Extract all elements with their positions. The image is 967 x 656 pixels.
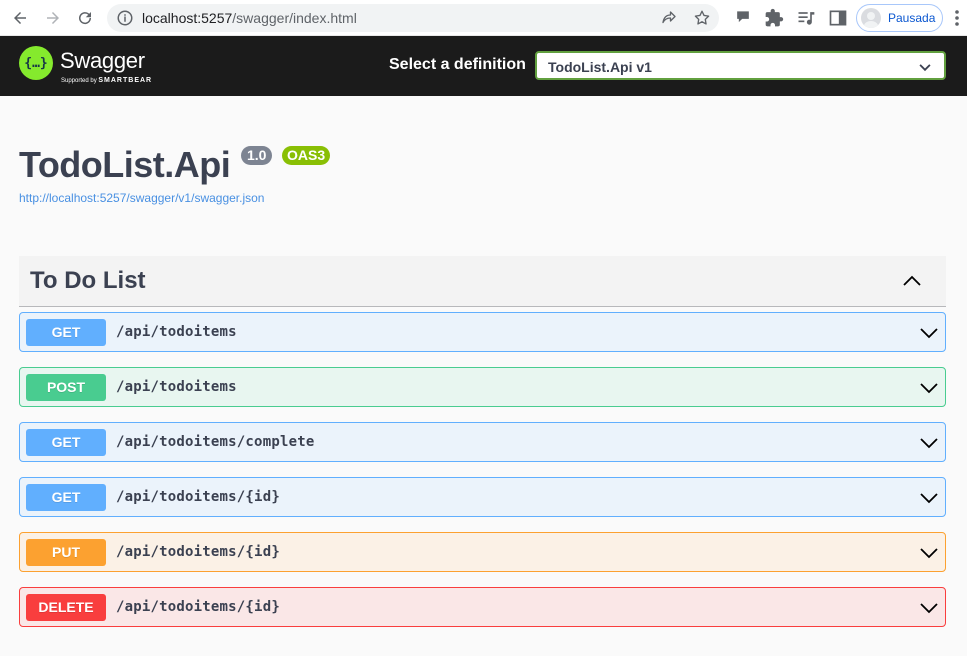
address-bar[interactable]: localhost:5257/swagger/index.html: [107, 4, 719, 32]
operation-path: /api/todoitems: [116, 379, 237, 395]
tag-section-header[interactable]: To Do List: [19, 256, 946, 307]
back-icon[interactable]: [8, 6, 32, 30]
operation-path: /api/todoitems/{id}: [116, 489, 280, 505]
operation-row[interactable]: DELETE /api/todoitems/{id}: [19, 587, 946, 627]
swagger-logo[interactable]: {…} Swagger Supported by SMARTBEAR: [19, 46, 179, 86]
operation-row[interactable]: GET /api/todoitems/{id}: [19, 477, 946, 517]
side-panel-icon[interactable]: [828, 8, 848, 28]
api-title: TodoList.Api: [19, 144, 231, 185]
site-info-icon[interactable]: [116, 9, 134, 27]
spec-url-link[interactable]: http://localhost:5257/swagger/v1/swagger…: [19, 191, 264, 205]
chevron-down-icon[interactable]: [919, 323, 939, 343]
chevron-down-icon[interactable]: [919, 598, 939, 618]
chevron-up-icon[interactable]: [902, 271, 922, 291]
chevron-down-icon: [918, 60, 932, 74]
http-method-badge: POST: [26, 374, 106, 401]
swagger-topbar: {…} Swagger Supported by SMARTBEAR Selec…: [0, 36, 967, 96]
forward-icon[interactable]: [41, 6, 65, 30]
definition-select-label: Select a definition: [389, 56, 526, 73]
chevron-down-icon[interactable]: [919, 543, 939, 563]
url-host: localhost:5257: [142, 10, 233, 26]
operation-path: /api/todoitems: [116, 324, 237, 340]
browser-toolbar: localhost:5257/swagger/index.html Pausad…: [0, 0, 967, 36]
url-path: /swagger/index.html: [232, 10, 357, 26]
more-menu-icon[interactable]: [950, 8, 964, 28]
swagger-logo-icon: {…}: [19, 46, 53, 80]
version-badge: 1.0: [241, 146, 273, 165]
media-queue-icon[interactable]: [796, 8, 816, 28]
address-url: localhost:5257/swagger/index.html: [142, 10, 357, 26]
chevron-down-icon[interactable]: [919, 433, 939, 453]
oas-badge: OAS3: [282, 146, 331, 165]
operation-path: /api/todoitems/complete: [116, 434, 315, 450]
http-method-badge: GET: [26, 319, 106, 346]
chevron-down-icon[interactable]: [919, 378, 939, 398]
brand-tagline: Supported by SMARTBEAR: [61, 77, 152, 84]
extension-flag-icon[interactable]: [733, 8, 753, 28]
profile-label: Pausada: [888, 11, 936, 25]
operation-row[interactable]: GET /api/todoitems: [19, 312, 946, 352]
extensions-puzzle-icon[interactable]: [764, 8, 784, 28]
bookmark-star-icon[interactable]: [693, 9, 711, 27]
tagline-brand: SMARTBEAR: [98, 77, 153, 84]
tagline-prefix: Supported by: [61, 78, 97, 84]
brand-name: Swagger: [60, 48, 145, 73]
http-method-badge: GET: [26, 429, 106, 456]
operation-row[interactable]: GET /api/todoitems/complete: [19, 422, 946, 462]
selected-definition: TodoList.Api v1: [548, 59, 652, 75]
http-method-badge: PUT: [26, 539, 106, 566]
tag-name: To Do List: [30, 267, 146, 294]
reload-icon[interactable]: [73, 6, 97, 30]
operation-path: /api/todoitems/{id}: [116, 599, 280, 615]
chevron-down-icon[interactable]: [919, 488, 939, 508]
operation-path: /api/todoitems/{id}: [116, 544, 280, 560]
share-icon[interactable]: [660, 9, 678, 27]
definition-select[interactable]: TodoList.Api v1: [535, 51, 946, 80]
avatar: [861, 8, 881, 28]
http-method-badge: GET: [26, 484, 106, 511]
profile-button[interactable]: Pausada: [856, 4, 943, 32]
operation-row[interactable]: PUT /api/todoitems/{id}: [19, 532, 946, 572]
http-method-badge: DELETE: [26, 594, 106, 621]
operation-row[interactable]: POST /api/todoitems: [19, 367, 946, 407]
